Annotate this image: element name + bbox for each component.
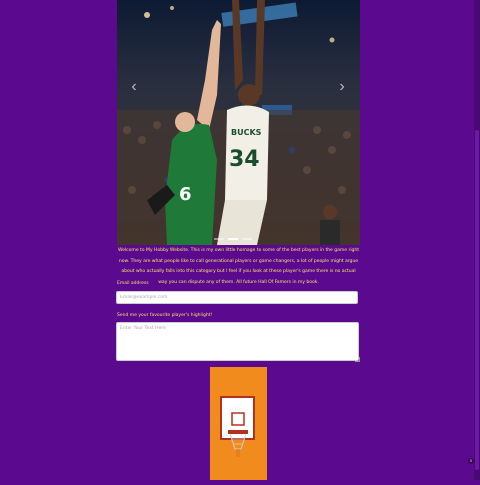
jersey-left-number: 6 <box>179 184 192 205</box>
email-label: Email address <box>117 281 149 286</box>
intro-paragraph: Welcome to My Hobby Website. This is my … <box>117 248 360 285</box>
carousel-indicator-3[interactable] <box>242 238 252 240</box>
carousel-indicator-2[interactable] <box>228 238 238 240</box>
highlight-label: Send me your favourite player's highligh… <box>117 313 213 318</box>
hoop-card <box>210 367 267 480</box>
scrollbar-thumb[interactable] <box>475 130 479 470</box>
carousel-indicators <box>214 238 252 240</box>
email-input[interactable] <box>116 291 358 304</box>
highlight-textarea[interactable] <box>116 322 359 361</box>
carousel-prev-button[interactable]: ‹ <box>127 78 141 96</box>
settings-badge-icon[interactable]: 0 <box>468 458 474 464</box>
carousel-indicator-1[interactable] <box>214 238 224 240</box>
page-scrollbar[interactable] <box>474 0 480 480</box>
jersey-right-number: 34 <box>229 147 260 172</box>
jersey-right-team: BUCKS <box>231 128 262 137</box>
basketball-hoop-icon <box>220 396 255 457</box>
textarea-resize-handle[interactable] <box>355 357 360 362</box>
basketball-photo: 6 BUCKS 34 <box>117 0 360 245</box>
photo-carousel: 6 BUCKS 34 <box>117 0 360 245</box>
carousel-next-button[interactable]: › <box>335 78 349 96</box>
